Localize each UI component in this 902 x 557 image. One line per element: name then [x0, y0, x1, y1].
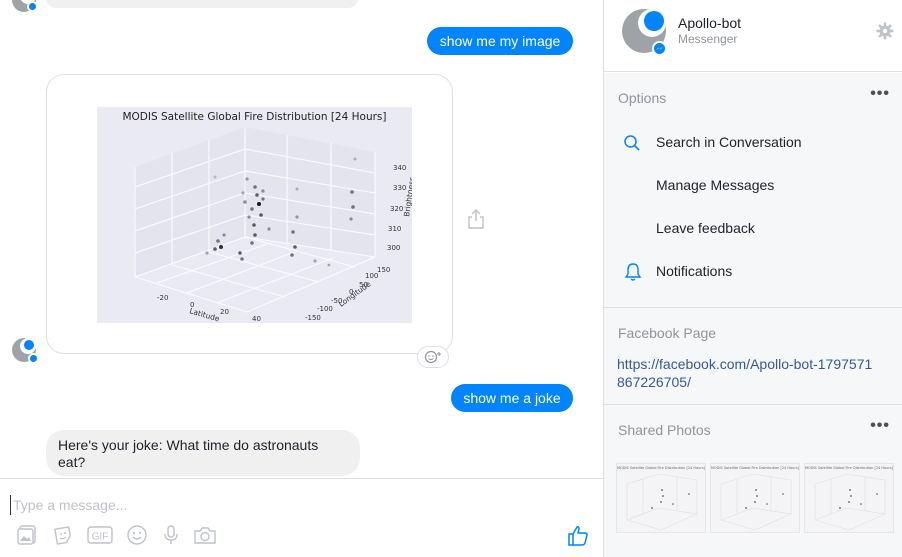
share-icon[interactable]: [466, 208, 486, 230]
svg-text:GIF: GIF: [92, 532, 109, 543]
y-tick: 150: [377, 266, 390, 274]
options-title: Options: [618, 90, 667, 106]
outgoing-message-bubble[interactable]: show me my image: [427, 27, 573, 55]
conversation-info-pane: Apollo-bot Messenger Options ••• Search …: [604, 0, 902, 557]
photo-icon: [17, 525, 36, 545]
x-axis-label: Latitude: [188, 306, 221, 323]
contact-subtitle: Messenger: [678, 32, 738, 46]
x-tick: 20: [220, 308, 229, 316]
bot-avatar[interactable]: [12, 0, 38, 12]
incoming-message-bubble[interactable]: Here's your joke: What time do astronaut…: [46, 430, 360, 476]
z-tick: 330: [393, 184, 406, 192]
outgoing-message-bubble[interactable]: show me a joke: [451, 384, 573, 412]
camera-button[interactable]: [192, 522, 218, 548]
y-tick: 100: [365, 272, 378, 280]
thumbnail-caption: MODIS Satellite Global Fire Distribution…: [805, 466, 894, 470]
facebook-page-title: Facebook Page: [618, 325, 717, 341]
emoji-icon: [127, 525, 147, 545]
shared-photos-more-icon[interactable]: •••: [870, 417, 890, 435]
option-label: Leave feedback: [656, 220, 755, 236]
gear-icon: [876, 22, 894, 40]
thumbnail-caption: MODIS Satellite Global Fire Distribution…: [711, 466, 800, 470]
camera-icon: [194, 527, 216, 544]
gif-icon: GIF: [87, 526, 113, 544]
shared-photos-title: Shared Photos: [618, 422, 711, 438]
option-label: Notifications: [656, 263, 733, 279]
shared-photo-thumbnail[interactable]: MODIS Satellite Global Fire Distribution…: [710, 463, 800, 533]
message-input[interactable]: [10, 495, 570, 515]
y-axis-label: Longitude: [337, 279, 373, 308]
manage-messages-option[interactable]: Manage Messages: [604, 171, 902, 197]
leave-feedback-option[interactable]: Leave feedback: [604, 214, 902, 240]
messenger-window: show me my image MODIS Satellite Global …: [0, 0, 902, 557]
option-label: Manage Messages: [656, 177, 775, 193]
options-section: Options ••• Search in Conversation Manag…: [604, 73, 902, 307]
contact-avatar[interactable]: [622, 9, 667, 56]
gif-button[interactable]: GIF: [86, 522, 114, 548]
fire-distribution-chart[interactable]: MODIS Satellite Global Fire Distribution…: [97, 107, 412, 323]
thumbnail-chart: [626, 473, 698, 531]
shared-photo-thumbnail[interactable]: MODIS Satellite Global Fire Distribution…: [804, 463, 894, 533]
like-button[interactable]: [565, 523, 591, 549]
sticker-button[interactable]: [50, 522, 76, 548]
z-tick: 340: [393, 164, 406, 172]
photo-upload-button[interactable]: [14, 522, 40, 548]
bell-icon: [624, 263, 642, 281]
message-text: Here's your joke: What time do astronaut…: [58, 437, 319, 470]
thumbnail-chart: [720, 473, 792, 531]
previous-message-bubble[interactable]: [46, 0, 358, 8]
voice-clip-button[interactable]: [158, 522, 184, 548]
microphone-icon: [164, 525, 178, 544]
contact-name: Apollo-bot: [678, 15, 742, 31]
options-more-icon[interactable]: •••: [870, 85, 890, 103]
notifications-option[interactable]: Notifications: [604, 257, 902, 283]
chart-3d-scatter: 340 330 320 310 300 Brightness 150 100 5…: [134, 127, 412, 323]
smiley-plus-icon: [424, 350, 441, 364]
message-text: show me my image: [439, 32, 561, 49]
thumbs-up-icon: [568, 526, 588, 546]
conversation-pane: show me my image MODIS Satellite Global …: [0, 0, 603, 557]
option-label: Search in Conversation: [656, 134, 802, 150]
y-tick: -100: [317, 305, 333, 313]
z-tick: 300: [387, 244, 400, 252]
thumbnail-caption: MODIS Satellite Global Fire Distribution…: [617, 466, 706, 470]
message-text: show me a joke: [463, 389, 561, 406]
messenger-badge-icon: [28, 353, 39, 364]
search-icon: [624, 135, 640, 151]
settings-button[interactable]: [876, 22, 894, 40]
add-reaction-button[interactable]: [417, 346, 449, 368]
z-axis-label: Brightness: [402, 176, 412, 217]
messenger-badge-icon: [27, 1, 38, 12]
thumbnail-chart: [814, 473, 886, 531]
bot-avatar[interactable]: [12, 338, 39, 364]
facebook-page-link[interactable]: https://facebook.com/Apollo-bot-17975718…: [617, 355, 877, 391]
x-tick: -20: [157, 294, 168, 302]
sticker-icon: [54, 526, 71, 545]
messenger-badge-icon: [652, 41, 667, 56]
z-tick: 310: [388, 225, 401, 233]
contact-header: Apollo-bot Messenger: [604, 0, 902, 72]
emoji-button[interactable]: [124, 522, 150, 548]
z-tick: 320: [390, 205, 403, 213]
shared-photo-thumbnail[interactable]: MODIS Satellite Global Fire Distribution…: [616, 463, 706, 533]
x-tick: 40: [252, 315, 261, 323]
search-option[interactable]: Search in Conversation: [604, 128, 902, 154]
y-tick: -150: [305, 314, 321, 322]
